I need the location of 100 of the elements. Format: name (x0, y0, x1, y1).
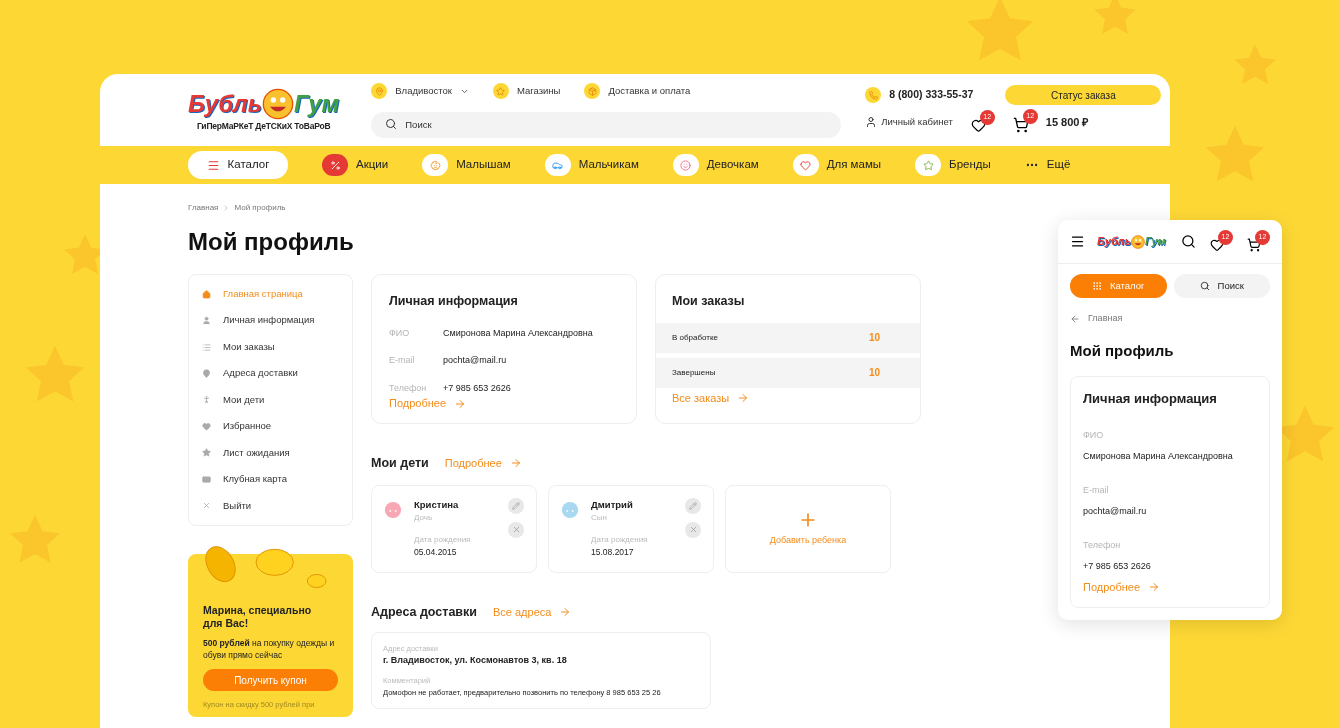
card-title: Личная информация (389, 293, 519, 310)
child-relation: Дочь (414, 512, 434, 524)
section-title: Адреса доставки (371, 603, 477, 621)
top-link[interactable]: Доставка и оплата (584, 83, 691, 99)
catalog-button[interactable]: Каталог (188, 151, 288, 179)
close-icon (511, 525, 521, 535)
account-link[interactable]: Личный кабинет (865, 114, 953, 130)
heart-icon (1210, 237, 1224, 252)
category-link[interactable]: Малышам (422, 154, 511, 176)
arrow-right-icon (509, 457, 522, 470)
field-label: ФИО (389, 326, 411, 340)
orders-status: Завершены (672, 366, 716, 379)
smiley-face-icon (262, 87, 295, 120)
sidebar-item[interactable]: Личная информация (202, 313, 339, 328)
edit-button[interactable] (508, 497, 524, 514)
box-icon (584, 83, 601, 99)
person-icon (202, 316, 211, 326)
card-icon (202, 474, 211, 484)
orders-count: 10 (868, 331, 880, 346)
birth-date: 05.04.2015 (414, 546, 458, 559)
category-link[interactable]: Девочкам (672, 154, 759, 176)
child-avatar-icon (561, 500, 579, 519)
field-label: E-mail (1083, 483, 1110, 497)
arrow-right-icon (454, 397, 467, 410)
birth-date: 15.08.2017 (591, 546, 635, 559)
field-label: ФИО (1083, 428, 1105, 442)
field-value: Смиронова Марина Александровна (443, 326, 593, 340)
sidebar-item[interactable]: Избранное (202, 419, 339, 434)
birth-date-label: Дата рождения (414, 534, 472, 546)
close-icon (688, 525, 698, 535)
field-value: pochta@mail.ru (1083, 505, 1148, 518)
arrow-right-icon (559, 606, 572, 619)
child-name: Дмитрий (591, 497, 634, 512)
heart-icon (970, 117, 986, 133)
field-label: E-mail (389, 354, 416, 368)
card-title: Мои заказы (671, 293, 746, 310)
category-link[interactable]: Ещё (1024, 156, 1071, 174)
car-icon (544, 154, 571, 176)
cart-total: 15 800 ₽ (1045, 114, 1089, 130)
field-value: pochta@mail.ru (443, 354, 507, 368)
field-value: +7 985 653 2626 (1083, 560, 1152, 573)
list-icon (202, 342, 211, 352)
orders-count: 10 (868, 366, 880, 381)
logo-tagline: ГиПерМаРКеТ ДеТСКиХ ТоВаРоВ (196, 119, 331, 133)
arrow-right-icon (737, 391, 750, 404)
delete-button[interactable] (508, 521, 524, 538)
category-link[interactable]: Бренды (915, 154, 991, 176)
sidebar-item[interactable]: Выйти (202, 498, 339, 513)
percent-icon (322, 154, 348, 176)
logo-word: Гум (1144, 234, 1166, 250)
breadcrumb-link[interactable]: Мой профиль (234, 202, 286, 214)
logo-word: Бубль (188, 91, 263, 116)
search-button[interactable]: Поиск (1173, 274, 1270, 298)
orders-row[interactable]: В обработке 10 (656, 322, 920, 353)
menu-icon[interactable] (1070, 234, 1085, 249)
grid-icon (1091, 281, 1102, 291)
close-icon (202, 501, 211, 511)
search-icon (385, 118, 398, 130)
home-icon (202, 289, 211, 299)
phone-icon (865, 87, 882, 103)
face-icon (672, 154, 699, 176)
card-title: Личная информация (1083, 390, 1218, 408)
pencil-icon (512, 501, 520, 510)
category-link[interactable]: Для мамы (792, 154, 882, 176)
field-value: +7 985 653 2626 (443, 381, 511, 395)
top-link[interactable]: Владивосток (371, 83, 469, 99)
sidebar-item[interactable]: Мои дети (202, 392, 339, 407)
edit-button[interactable] (685, 497, 701, 514)
delete-button[interactable] (685, 521, 701, 538)
cart-icon (1247, 237, 1261, 252)
search-icon[interactable] (1181, 234, 1196, 249)
person-icon (865, 116, 878, 128)
order-status-button[interactable]: Статус заказа (1005, 85, 1162, 105)
sidebar-item[interactable]: Клубная карта (202, 472, 339, 487)
orders-row[interactable]: Завершены 10 (656, 357, 920, 388)
sidebar-item[interactable]: Лист ожидания (202, 445, 339, 460)
category-link[interactable]: Акции (322, 154, 389, 176)
child-avatar-icon (384, 500, 402, 519)
coupon-heading: Марина, специально для Вас! (203, 603, 313, 630)
sidebar-item[interactable]: Мои заказы (202, 339, 339, 355)
search-icon (1199, 281, 1210, 291)
baby-icon (422, 154, 449, 176)
heart-icon (202, 421, 211, 431)
arrow-right-icon (1148, 580, 1161, 593)
smiley-face-icon (1130, 234, 1145, 249)
star-icon (202, 448, 211, 458)
coupon-text: 500 рублей на покупку одежды и обуви прямо сейчас (203, 638, 336, 662)
sidebar-item[interactable]: Адреса доставки (202, 366, 339, 381)
breadcrumb-link[interactable]: Главная (188, 202, 219, 214)
menu-icon (206, 158, 220, 172)
logo-word: Бубль (1097, 234, 1131, 250)
category-link[interactable]: Мальчикам (544, 154, 639, 176)
page-title: Мой профиль (1070, 340, 1174, 361)
search-field[interactable]: Поиск (371, 111, 842, 138)
page-title: Мой профиль (188, 230, 354, 254)
back-link[interactable]: Главная (1058, 312, 1282, 326)
child-icon (202, 395, 211, 405)
arrow-left-icon (1070, 313, 1080, 324)
top-link[interactable]: Магазины (492, 83, 561, 99)
field-label: Телефон (1083, 538, 1122, 552)
